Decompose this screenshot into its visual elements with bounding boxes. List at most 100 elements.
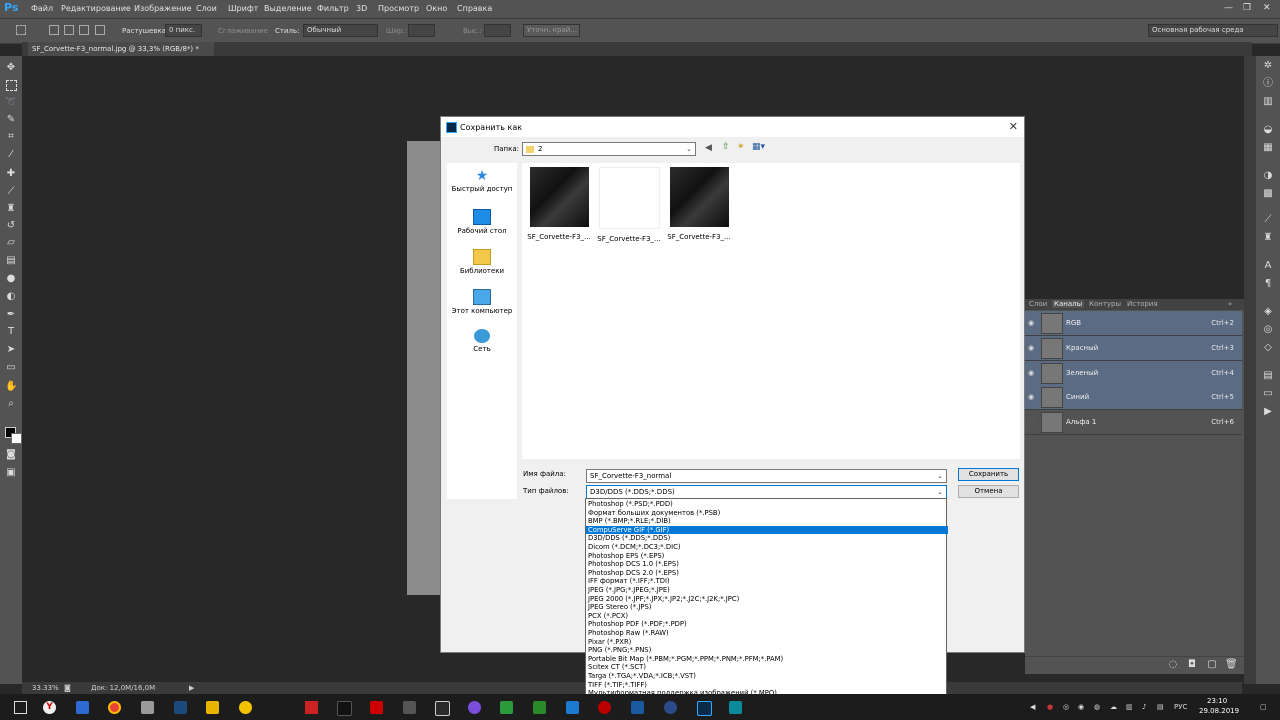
app-v-icon[interactable]: [206, 701, 219, 714]
move-tool-icon[interactable]: ✥: [5, 62, 17, 74]
brush-tool-icon[interactable]: ⟋: [5, 186, 17, 198]
dodge-tool-icon[interactable]: ◐: [5, 291, 17, 303]
app-circle-icon[interactable]: [664, 701, 677, 714]
save-button[interactable]: Сохранить: [958, 468, 1019, 481]
close-icon[interactable]: ✕: [1009, 120, 1018, 133]
tray-record-icon[interactable]: ●: [1047, 703, 1053, 711]
filetype-option[interactable]: Pixar (*.PXR): [586, 638, 948, 647]
marquee-tool-icon[interactable]: [6, 80, 17, 91]
layers-icon[interactable]: ◈: [1262, 306, 1274, 318]
new-folder-icon[interactable]: ✶: [737, 142, 745, 152]
navigator-icon[interactable]: ✲: [1262, 60, 1274, 72]
load-selection-icon[interactable]: ◌: [1167, 659, 1179, 671]
filetype-option[interactable]: Формат больших документов (*.PSB): [586, 509, 948, 518]
folder-select[interactable]: 2 ⌄: [522, 142, 696, 156]
feather-input[interactable]: 0 пикс.: [165, 24, 202, 37]
status-menu-arrow-icon[interactable]: ▶: [189, 684, 194, 692]
history-icon[interactable]: ▤: [1262, 370, 1274, 382]
filetype-option[interactable]: Photoshop DCS 1.0 (*.EPS): [586, 560, 948, 569]
actions-icon[interactable]: ▶: [1262, 406, 1274, 418]
filetype-option[interactable]: Photoshop DCS 2.0 (*.EPS): [586, 569, 948, 578]
tab-layers[interactable]: Слои: [1029, 300, 1047, 308]
app-green-icon[interactable]: [533, 701, 546, 714]
antialias-checkbox[interactable]: Сглаживание: [218, 27, 268, 35]
quick-select-tool-icon[interactable]: ✎: [5, 114, 17, 126]
background-color-icon[interactable]: [11, 433, 22, 444]
crop-tool-icon[interactable]: ⌗: [5, 131, 17, 143]
info-icon[interactable]: ⓘ: [1262, 78, 1274, 90]
vertical-scrollbar[interactable]: [1244, 56, 1256, 684]
app-v2-icon[interactable]: [631, 701, 644, 714]
filetype-option[interactable]: Scitex CT (*.SCT): [586, 663, 948, 672]
menu-edit[interactable]: Редактирование: [61, 4, 131, 13]
paths-icon[interactable]: ◇: [1262, 342, 1274, 354]
document-tab[interactable]: SF_Corvette-F3_normal.jpg @ 33,3% (RGB/8…: [28, 42, 214, 56]
screen-mode-icon[interactable]: ▣: [5, 467, 17, 479]
channel-row-alpha[interactable]: ▢ Альфа 1 Ctrl+6: [1025, 410, 1242, 435]
properties-icon[interactable]: ▭: [1262, 388, 1274, 400]
channel-row-red[interactable]: ◉ Красный Ctrl+3: [1025, 336, 1242, 361]
brush-presets-icon[interactable]: ⟋: [1262, 214, 1274, 226]
app-red-icon[interactable]: [370, 701, 383, 714]
quick-mask-icon[interactable]: ◙: [5, 449, 17, 461]
clone-stamp-icon[interactable]: ♜: [5, 203, 17, 215]
panel-menu-icon[interactable]: »: [1228, 300, 1232, 308]
filetype-option[interactable]: JPEG 2000 (*.JPF;*.JPX;*.JP2;*.J2C;*.J2K…: [586, 595, 948, 604]
tray-volume-icon[interactable]: ♪: [1142, 703, 1146, 711]
zoom-level[interactable]: 33.33%: [32, 684, 59, 692]
eyedropper-tool-icon[interactable]: ⁄: [5, 149, 17, 161]
place-quick-access[interactable]: ★ Быстрый доступ: [447, 169, 517, 193]
restore-button[interactable]: ❐: [1243, 3, 1251, 13]
chrome-icon[interactable]: [108, 701, 121, 714]
status-share-icon[interactable]: ◙: [64, 684, 71, 692]
channel-row-blue[interactable]: ◉ Синий Ctrl+5: [1025, 385, 1242, 410]
close-window-button[interactable]: ✕: [1263, 3, 1271, 13]
marquee-tool-icon[interactable]: [16, 25, 26, 35]
blur-tool-icon[interactable]: ●: [5, 273, 17, 285]
filetype-option[interactable]: PCX (*.PCX): [586, 612, 948, 621]
swatches-icon[interactable]: ▦: [1262, 142, 1274, 154]
zoom-tool-icon[interactable]: ⌕: [5, 398, 17, 410]
tray-app-icon[interactable]: ◎: [1063, 703, 1069, 711]
filetype-option[interactable]: Photoshop (*.PSD;*.PDD): [586, 500, 948, 509]
intersect-selection-icon[interactable]: [95, 25, 105, 35]
healing-brush-icon[interactable]: ✚: [5, 168, 17, 180]
hand-tool-icon[interactable]: ✋: [5, 381, 17, 393]
rectangle-tool-icon[interactable]: ▭: [5, 362, 17, 374]
refine-edge-button[interactable]: Уточн. край...: [523, 24, 580, 37]
pen-tool-icon[interactable]: ✒: [5, 309, 17, 321]
tray-app2-icon[interactable]: ◍: [1094, 703, 1100, 711]
filetype-option[interactable]: PNG (*.PNG;*.PNS): [586, 646, 948, 655]
explorer-icon[interactable]: [141, 701, 154, 714]
app-c-icon[interactable]: [500, 701, 513, 714]
delete-channel-icon[interactable]: 🗑: [1225, 659, 1238, 671]
menu-filter[interactable]: Фильтр: [317, 4, 349, 13]
menu-select[interactable]: Выделение: [264, 4, 312, 13]
workspace-select[interactable]: Основная рабочая среда: [1148, 24, 1278, 37]
visibility-eye-icon[interactable]: ◉: [1028, 369, 1034, 377]
file-item[interactable]: SF_Corvette-F3_...: [667, 167, 731, 241]
history-brush-icon[interactable]: ↺: [5, 220, 17, 232]
filetype-option[interactable]: Targa (*.TGA;*.VDA;*.ICB;*.VST): [586, 672, 948, 681]
menu-file[interactable]: Файл: [31, 4, 53, 13]
cancel-button[interactable]: Отмена: [958, 485, 1019, 498]
tab-history[interactable]: История: [1127, 300, 1158, 308]
app-ink-icon[interactable]: [337, 701, 352, 716]
up-folder-icon[interactable]: ⇧: [722, 142, 730, 152]
path-select-icon[interactable]: ➤: [5, 344, 17, 356]
clock-time[interactable]: 23:10: [1207, 697, 1227, 705]
minimize-button[interactable]: —: [1224, 3, 1233, 13]
filetype-option[interactable]: BMP (*.BMP;*.RLE;*.DIB): [586, 517, 948, 526]
app-g-icon[interactable]: [435, 701, 450, 716]
tray-steam-icon[interactable]: ◉: [1078, 703, 1084, 711]
filetype-option-highlighted[interactable]: CompuServe GIF (*.GIF): [586, 525, 948, 535]
filetype-option[interactable]: D3D/DDS (*.DDS;*.DDS): [586, 534, 948, 543]
adjustments-icon[interactable]: ◑: [1262, 170, 1274, 182]
app-x-icon[interactable]: [305, 701, 318, 714]
filetype-select[interactable]: D3D/DDS (*.DDS;*.DDS) ⌄: [586, 485, 947, 499]
app-blue-icon[interactable]: [566, 701, 579, 714]
view-menu-icon[interactable]: ▦▾: [752, 142, 765, 152]
file-item[interactable]: SF_Corvette-F3_...: [527, 167, 591, 241]
language-indicator[interactable]: РУС: [1174, 703, 1187, 711]
filetype-option[interactable]: Photoshop EPS (*.EPS): [586, 552, 948, 561]
